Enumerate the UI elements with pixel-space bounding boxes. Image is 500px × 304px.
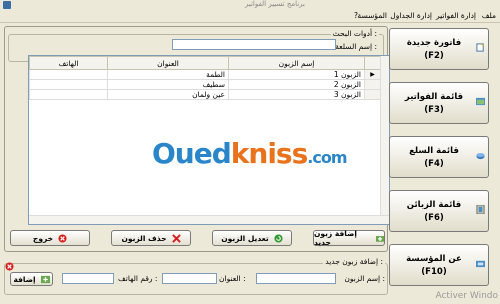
column-header-name[interactable]: إسم الزبون — [228, 56, 365, 70]
menu-help[interactable]: ? — [354, 11, 358, 20]
cell-address: الطمة — [107, 69, 229, 80]
title-bar: برنامج تسيير الفواتير — [0, 0, 500, 10]
column-header-address[interactable]: العنوان — [107, 56, 229, 70]
search-label: إسم السلعة : — [335, 42, 377, 51]
edit-customer-label: تعديل الزبون — [221, 233, 269, 243]
watermark-part1: Oued — [152, 137, 232, 170]
menu-file[interactable]: ملف — [482, 11, 496, 20]
invoices-list-button[interactable]: قائمة الفواتير (F3) — [389, 82, 489, 124]
about-company-label: عن المؤسسة — [406, 254, 462, 264]
new-customer-address-input[interactable] — [162, 273, 217, 284]
menu-invoices[interactable]: إدارة الفواتير — [436, 11, 476, 20]
cell-address: عين ولمان — [107, 89, 229, 100]
new-invoice-shortcut: (F2) — [424, 51, 444, 61]
about-company-shortcut: (F10) — [421, 267, 447, 277]
new-invoice-label: فاتورة جديدة — [406, 38, 462, 48]
row-header — [364, 79, 381, 90]
exit-button[interactable]: خروج — [10, 230, 90, 246]
delete-customer-label: حذف الزبون — [121, 233, 167, 243]
invoices-list-label: قائمة الفواتير — [404, 92, 464, 102]
about-company-button[interactable]: عن المؤسسة (F10) — [389, 244, 489, 286]
add-user-icon — [375, 235, 384, 242]
close-icon — [58, 233, 67, 243]
add-new-customer-button[interactable]: إضافة — [10, 272, 53, 286]
new-customer-name-input[interactable] — [256, 273, 336, 284]
new-invoice-button[interactable]: فاتورة جديدة (F2) — [389, 28, 489, 70]
cell-phone — [29, 89, 108, 100]
delete-x-icon — [171, 233, 181, 243]
watermark-part3: .com — [307, 148, 347, 167]
app-icon — [3, 1, 11, 9]
vertical-scrollbar[interactable] — [380, 56, 389, 224]
row-header-corner — [364, 56, 381, 70]
customers-list-button[interactable]: قائمة الزبائن (F6) — [389, 190, 489, 232]
cell-name: الزبون 2 — [228, 79, 365, 90]
menu-bar: ملف إدارة الفواتير إدارة الجداول المؤسسة… — [0, 10, 500, 23]
current-row-arrow-icon: ▶ — [364, 69, 381, 80]
customers-icon — [476, 205, 485, 214]
delete-customer-button[interactable]: حذف الزبون — [111, 230, 191, 246]
new-customer-phone-label: رقم الهاتف : — [118, 274, 158, 283]
row-header — [364, 89, 381, 100]
invoices-list-shortcut: (F3) — [424, 105, 444, 115]
cell-phone — [29, 79, 108, 90]
new-document-icon — [476, 43, 485, 52]
activate-windows-text: Activer Windo — [435, 291, 498, 301]
new-customer-phone-input[interactable] — [62, 273, 114, 284]
refresh-icon — [274, 233, 283, 243]
watermark-part2: kniss — [230, 137, 308, 170]
menu-tables[interactable]: إدارة الجداول — [390, 11, 432, 20]
add-customer-label: إضافة زبون جديد — [314, 229, 357, 247]
edit-customer-button[interactable]: تعديل الزبون — [212, 230, 292, 246]
cell-name: الزبون 1 — [228, 69, 365, 80]
exit-label: خروج — [32, 233, 54, 243]
add-customer-button[interactable]: إضافة زبون جديد — [313, 229, 385, 247]
search-group-label: أدوات البحث : — [330, 29, 379, 38]
products-list-shortcut: (F4) — [424, 159, 444, 169]
add-icon — [40, 275, 50, 283]
column-header-phone[interactable]: الهاتف — [29, 56, 108, 70]
table-row[interactable]: الطمة الزبون 1 ▶ — [29, 69, 381, 80]
cell-name: الزبون 3 — [228, 89, 365, 100]
new-customer-name-label: إسم الزبون : — [344, 274, 385, 283]
customers-list-label: قائمة الزبائن — [406, 200, 462, 210]
invoice-list-icon — [476, 97, 485, 106]
search-input[interactable] — [172, 39, 336, 50]
horizontal-scrollbar[interactable] — [29, 215, 389, 224]
cell-address: سطيف — [107, 79, 229, 90]
menu-company[interactable]: المؤسسة — [357, 11, 387, 20]
watermark-logo: Ouedkniss.com — [152, 137, 348, 170]
table-header: الهاتف العنوان إسم الزبون — [29, 56, 381, 70]
table-row[interactable]: عين ولمان الزبون 3 — [29, 89, 381, 100]
customers-list-shortcut: (F6) — [424, 213, 444, 223]
window-title: برنامج تسيير الفواتير — [245, 0, 305, 8]
add-new-customer-label: إضافة — [13, 274, 36, 284]
close-panel-icon[interactable] — [5, 262, 14, 271]
products-icon — [476, 153, 485, 160]
new-customer-group-label: إضافة زبون جديد : — [323, 257, 385, 266]
table-row[interactable]: سطيف الزبون 2 — [29, 79, 381, 90]
company-icon — [476, 260, 485, 268]
cell-phone — [29, 69, 108, 80]
products-list-label: قائمة السلع — [409, 146, 459, 156]
products-list-button[interactable]: قائمة السلع (F4) — [389, 136, 489, 178]
new-customer-address-label: العنوان : — [219, 274, 246, 283]
